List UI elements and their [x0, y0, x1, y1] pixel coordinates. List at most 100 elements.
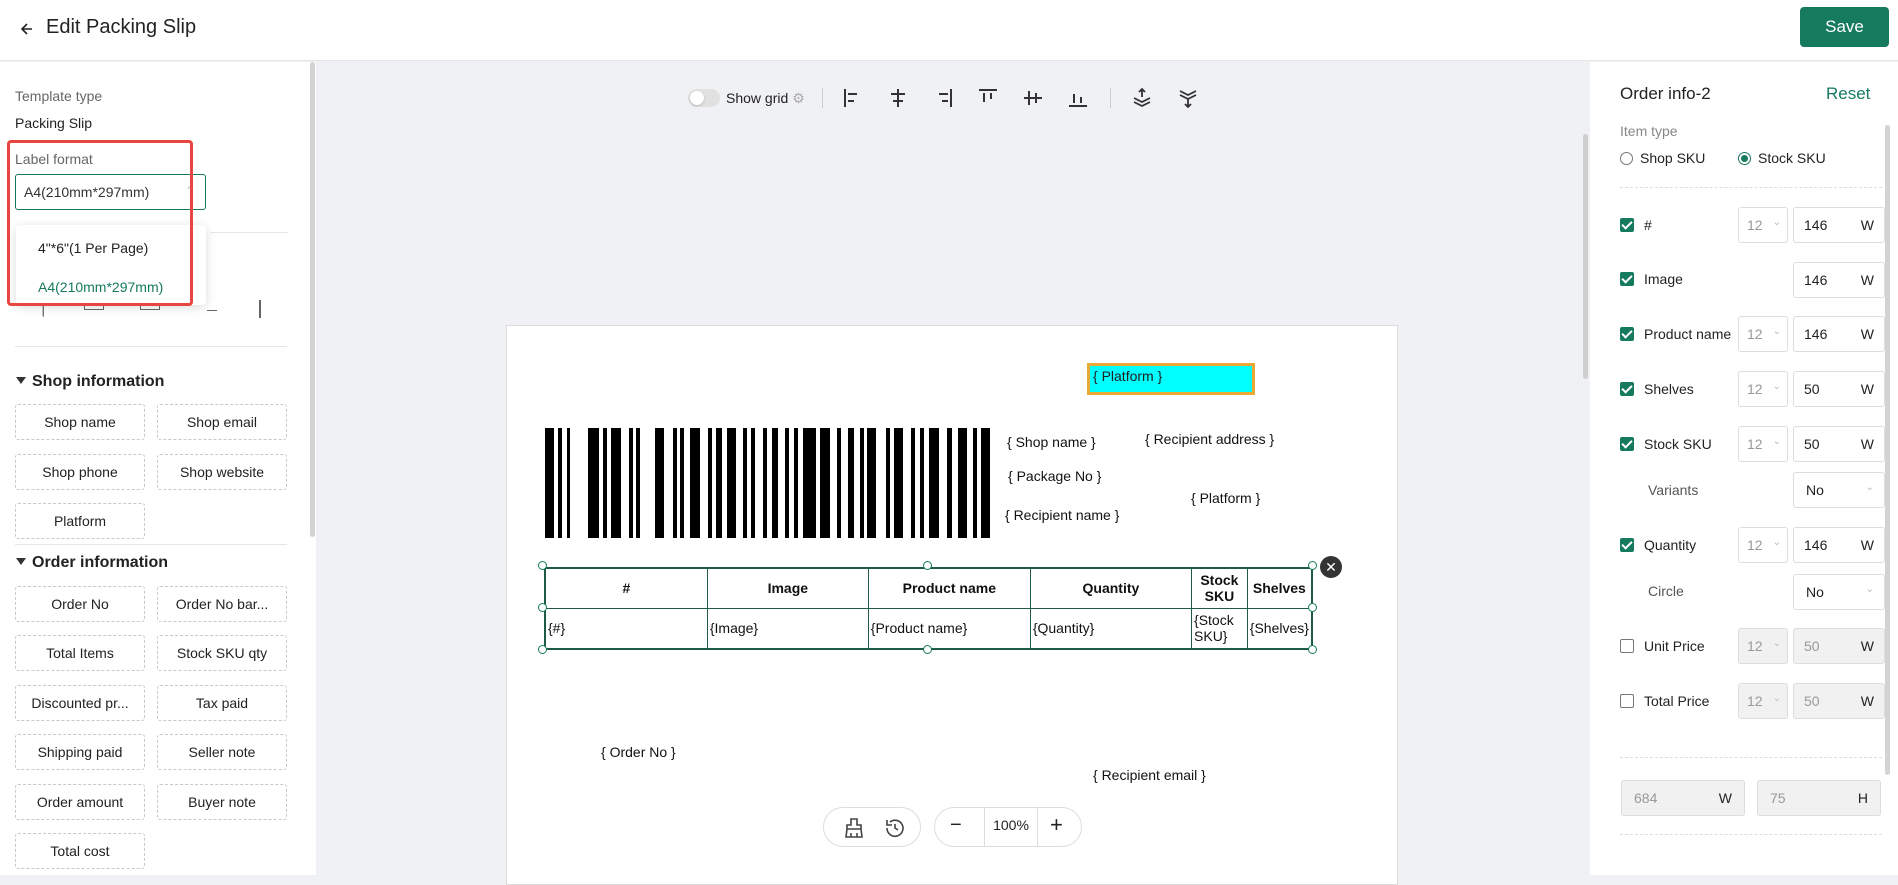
resize-handle[interactable] [1308, 645, 1317, 654]
width-unit: W [1860, 436, 1874, 452]
divider [1620, 757, 1882, 758]
checkbox-column-stock-sku[interactable] [1620, 437, 1634, 451]
history-icon[interactable] [883, 816, 907, 840]
checkbox-column-product-name[interactable] [1620, 327, 1634, 341]
circle-select[interactable]: No ⌄ [1793, 574, 1885, 610]
barcode-image[interactable] [545, 428, 990, 538]
dropdown-option-4x6[interactable]: 4"*6"(1 Per Page) [38, 240, 148, 256]
column-width-input[interactable]: 50 W [1793, 426, 1885, 462]
platform-highlight-element[interactable]: { Platform } [1087, 363, 1255, 395]
field-shop-website[interactable]: Shop website [157, 454, 287, 490]
resize-handle[interactable] [923, 561, 932, 570]
width-unit: W [1860, 326, 1874, 342]
resize-handle[interactable] [1308, 561, 1317, 570]
back-arrow-icon[interactable] [14, 16, 40, 42]
send-backward-icon[interactable] [1176, 86, 1200, 110]
column-width-input[interactable]: 50 W [1793, 371, 1885, 407]
align-center-vertical-icon[interactable] [1021, 86, 1045, 110]
checkbox-column-shelves[interactable] [1620, 382, 1634, 396]
checkbox-column-total-price[interactable] [1620, 694, 1634, 708]
canvas-scrollbar[interactable] [1583, 134, 1588, 379]
left-scrollbar[interactable] [310, 62, 315, 537]
column-image-label: Image [1644, 271, 1683, 287]
dropdown-option-a4[interactable]: A4(210mm*297mm) [38, 279, 163, 295]
vertical-line-icon[interactable] [259, 300, 261, 318]
order-info-section-header[interactable]: Order information [16, 554, 168, 572]
column-width-input[interactable]: 146 W [1793, 527, 1885, 563]
show-grid-toggle[interactable] [688, 89, 720, 107]
width-unit: W [1860, 693, 1874, 709]
recipient-address-placeholder[interactable]: { Recipient address } [1145, 431, 1274, 447]
field-order-amount[interactable]: Order amount [15, 784, 145, 820]
remove-element-close-icon[interactable]: ✕ [1320, 556, 1342, 578]
field-seller-note[interactable]: Seller note [157, 734, 287, 770]
platform-placeholder[interactable]: { Platform } [1191, 490, 1260, 506]
save-button[interactable]: Save [1800, 7, 1889, 47]
align-top-icon[interactable] [976, 86, 1000, 110]
field-stock-sku-qty[interactable]: Stock SKU qty [157, 635, 287, 671]
radio-shop-sku-label[interactable]: Shop SKU [1640, 150, 1705, 166]
field-order-no[interactable]: Order No [15, 586, 145, 622]
bring-forward-icon[interactable] [1130, 86, 1154, 110]
font-size-select[interactable]: 12 ⌄ [1738, 316, 1788, 352]
resize-handle[interactable] [538, 645, 547, 654]
zoom-in-button[interactable]: + [1050, 812, 1063, 838]
recipient-email-placeholder[interactable]: { Recipient email } [1093, 767, 1206, 783]
shop-info-section-header[interactable]: Shop information [16, 373, 164, 391]
width-value: 146 [1804, 537, 1828, 553]
column-width-input[interactable]: 146 W [1793, 207, 1885, 243]
element-height-input[interactable]: 75 H [1757, 780, 1881, 816]
checkbox-column-number[interactable] [1620, 218, 1634, 232]
chevron-down-icon: ⌄ [1772, 326, 1781, 337]
reset-link[interactable]: Reset [1826, 84, 1870, 104]
field-total-cost[interactable]: Total cost [15, 833, 145, 869]
font-size-select[interactable]: 12 ⌄ [1738, 371, 1788, 407]
recipient-name-placeholder[interactable]: { Recipient name } [1005, 507, 1119, 523]
item-type-label: Item type [1620, 123, 1678, 139]
shop-name-placeholder[interactable]: { Shop name } [1007, 434, 1096, 450]
font-size-select[interactable]: 12 ⌄ [1738, 426, 1788, 462]
resize-handle[interactable] [538, 561, 547, 570]
checkbox-column-image[interactable] [1620, 272, 1634, 286]
column-width-input[interactable]: 146 W [1793, 262, 1885, 298]
checkbox-column-quantity[interactable] [1620, 538, 1634, 552]
resize-handle[interactable] [538, 603, 547, 612]
font-size-select[interactable]: 12 ⌄ [1738, 207, 1788, 243]
font-size-value: 12 [1747, 638, 1763, 654]
field-platform[interactable]: Platform [15, 503, 145, 539]
font-size-select[interactable]: 12 ⌄ [1738, 527, 1788, 563]
element-height-value: 75 [1770, 790, 1786, 806]
field-tax-paid[interactable]: Tax paid [157, 685, 287, 721]
clear-broom-icon[interactable] [842, 816, 866, 840]
checkbox-column-unit-price[interactable] [1620, 639, 1634, 653]
resize-handle[interactable] [1308, 603, 1317, 612]
column-width-input[interactable]: 146 W [1793, 316, 1885, 352]
align-left-icon[interactable] [841, 86, 865, 110]
zoom-out-button[interactable]: − [950, 814, 962, 837]
resize-handle[interactable] [923, 645, 932, 654]
order-no-placeholder[interactable]: { Order No } [601, 744, 676, 760]
line-icon[interactable] [207, 310, 217, 311]
element-width-input[interactable]: 684 W [1621, 780, 1745, 816]
field-order-no-barcode[interactable]: Order No bar... [157, 586, 287, 622]
radio-stock-sku[interactable] [1738, 152, 1751, 165]
table-cell: {Shelves} [1246, 607, 1313, 650]
field-buyer-note[interactable]: Buyer note [157, 784, 287, 820]
radio-stock-sku-label[interactable]: Stock SKU [1758, 150, 1826, 166]
order-items-table[interactable]: # Image Product name Quantity Stock SKU … [544, 567, 1313, 650]
align-center-horizontal-icon[interactable] [886, 86, 910, 110]
field-total-items[interactable]: Total Items [15, 635, 145, 671]
field-shop-name[interactable]: Shop name [15, 404, 145, 440]
align-bottom-icon[interactable] [1066, 86, 1090, 110]
field-shipping-paid[interactable]: Shipping paid [15, 734, 145, 770]
field-discounted-price[interactable]: Discounted pr... [15, 685, 145, 721]
label-format-select[interactable]: A4(210mm*297mm) ⌃ [15, 174, 206, 210]
radio-shop-sku[interactable] [1620, 152, 1633, 165]
package-no-placeholder[interactable]: { Package No } [1008, 468, 1101, 484]
variants-select[interactable]: No ⌄ [1793, 472, 1885, 508]
gear-icon[interactable]: ⚙ [792, 90, 805, 107]
field-shop-email[interactable]: Shop email [157, 404, 287, 440]
right-panel-scrollbar[interactable] [1885, 125, 1890, 775]
field-shop-phone[interactable]: Shop phone [15, 454, 145, 490]
align-right-icon[interactable] [931, 86, 955, 110]
